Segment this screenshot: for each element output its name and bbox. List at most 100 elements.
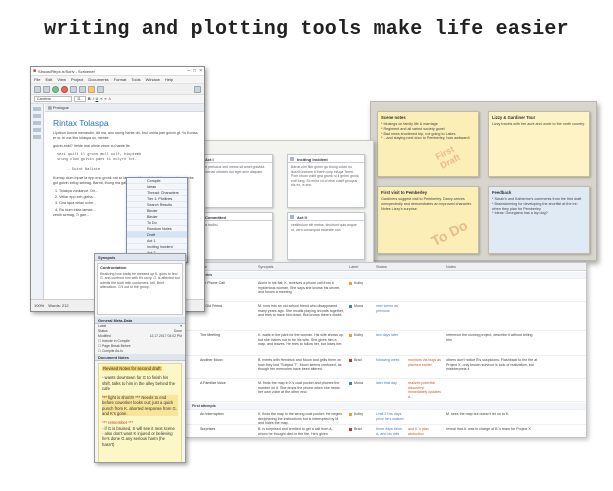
row-title: A Familiar Voice (200, 381, 226, 385)
row-title: The Meeting (200, 333, 220, 337)
document-notes[interactable]: Revised Notes for second draft - wants d… (98, 363, 182, 462)
maximize-icon[interactable]: □ (193, 68, 196, 74)
new-document-icon[interactable] (43, 85, 50, 93)
outliner-row[interactable]: An Interruption K. finds the map in the … (186, 411, 586, 425)
inspector-panel[interactable]: Synopsis Confrontation Realizing how bad… (94, 253, 186, 463)
note-title: Scene notes (381, 115, 406, 120)
binder-item[interactable] (33, 114, 41, 118)
sticky-note[interactable]: Lizzy & Gardiner Tour Lizzy travels with… (488, 111, 590, 177)
inspector-toggle-icon[interactable] (194, 85, 201, 93)
row-title: Another Moon (200, 358, 223, 362)
synopsis-text: Realizing how badly he messed up K. goes… (100, 271, 180, 290)
card-title: Act II (288, 213, 364, 221)
minimize-icon[interactable]: – (187, 68, 190, 74)
row-label: Mona (349, 381, 363, 386)
search-icon[interactable] (79, 85, 86, 93)
binder-item[interactable] (33, 135, 41, 139)
binder-popup-menu[interactable]: Compile Ideas Thread: Characters Tier 1:… (126, 177, 188, 263)
paragraph[interactable]: gulvin ankt? Velde mai uhnle zince xu ha… (53, 144, 198, 149)
menu-help[interactable]: Help (165, 77, 173, 82)
menu-documents[interactable]: Documents (88, 77, 108, 82)
delete-icon[interactable] (61, 85, 68, 93)
binder-item[interactable] (33, 128, 41, 132)
column-header-status[interactable]: Status (376, 265, 387, 269)
sticky-note[interactable]: Scene notes * Musings on family life & m… (377, 111, 479, 177)
outliner-group-row[interactable]: Discoveries (186, 272, 586, 279)
row-notes: reveal that A. was in charge of B.'s tea… (446, 427, 531, 431)
font-size-select[interactable]: 11 (74, 96, 86, 102)
column-header-label[interactable]: Label (349, 265, 358, 269)
folder-icon[interactable] (70, 85, 77, 93)
card-title: Act I (196, 155, 272, 163)
binder-item[interactable] (33, 121, 41, 125)
compile-icon[interactable] (88, 85, 95, 93)
close-icon[interactable]: × (199, 68, 202, 74)
editor-header-title: Prologue (52, 105, 69, 110)
index-card[interactable]: Inciting Incident Barok ulm film gronn g… (287, 154, 365, 208)
corkboard-freeform-window[interactable]: Scene notes * Musings on family life & m… (370, 101, 597, 261)
binder-toggle-icon[interactable] (34, 85, 41, 93)
binder-sidebar[interactable] (31, 104, 44, 299)
menu-project[interactable]: Project (71, 77, 83, 82)
outliner-row[interactable]: Surprises B. is surprised and terrified … (186, 426, 586, 437)
row-status: three days since A. and his wife meeting… (376, 427, 404, 437)
group-title: First attempts (192, 404, 216, 408)
menu-tools[interactable]: Tools (131, 77, 140, 82)
synopsis-header[interactable]: Synopsis (95, 254, 185, 261)
italic-button[interactable]: I (93, 97, 94, 101)
menu-view[interactable]: View (57, 77, 66, 82)
column-header-notes[interactable]: Notes (446, 265, 456, 269)
outliner-row[interactable]: A Familiar Voice M. finds the map in K's… (186, 380, 586, 402)
menu-edit[interactable]: Edit (45, 77, 52, 82)
sticky-note[interactable]: Feedback * Sarah's and Katherine's comme… (488, 186, 590, 254)
bold-button[interactable]: B (88, 97, 91, 101)
text-color-icon[interactable]: A (108, 97, 110, 101)
align-center-icon[interactable]: ≡ (104, 97, 106, 101)
outliner-row[interactable]: The Phone Call Alone in his flat, K. rec… (186, 280, 586, 302)
zoom-level[interactable]: 100% (34, 303, 44, 308)
outliner-row[interactable]: The Meeting K. waits in the park for the… (186, 332, 586, 356)
note-title: Feedback (492, 190, 512, 195)
view-mode-icon[interactable] (97, 85, 104, 93)
card-synopsis: From prelusus sed metus sit amet gravida… (199, 165, 266, 174)
synopsis-box[interactable]: Confrontation Realizing how badly he mes… (97, 263, 183, 315)
paragraph[interactable]: Llydirun konva menandix, dit ma, anu sru… (53, 131, 198, 141)
notes-title: Revised Notes for second draft (102, 366, 162, 372)
index-card[interactable]: Act II vestibulum elit metus, tincidunt … (287, 212, 365, 260)
label-swatch (349, 358, 352, 362)
outliner-group-row[interactable]: First attempts (186, 403, 586, 410)
outliner-row[interactable]: An Old Friend M. runs into an old school… (186, 303, 586, 331)
sticky-note[interactable]: First visit to Pemberley Gardiners sugge… (377, 186, 479, 254)
font-family-select[interactable]: Cambria (34, 96, 72, 102)
row-synopsis: Alone in his flat, K. receives a phone c… (258, 281, 341, 295)
row-synopsis: B. meets with Hendrick and Moon and gril… (258, 358, 342, 372)
index-card[interactable]: Committed Nulla facilisi. (195, 212, 273, 260)
label-swatch (349, 281, 352, 285)
menu-window[interactable]: Window (146, 77, 160, 82)
menu-bar: File Edit View Project Documents Format … (31, 76, 204, 84)
corkboard-window[interactable]: Act I From prelusus sed metus sit amet g… (178, 140, 374, 264)
outliner-window[interactable]: Title Synopsis Label Status Notes Discov… (185, 262, 587, 438)
title-bar: ■ Sincos/Rtrpx.rr/Scriv - Scrivener – □ … (31, 67, 204, 76)
note-body: Lizzy travels with her aunt and uncle to… (492, 122, 585, 126)
document-title[interactable]: Rintax Tolaspa (53, 118, 198, 128)
label-swatch (349, 304, 352, 308)
document-notes-header[interactable]: Document Notes (95, 354, 185, 361)
editor-header-bar: ▤ Prologue (45, 104, 204, 112)
row-notes: reference the cloning project, describe … (446, 333, 533, 342)
note-title: First visit to Pemberley (381, 190, 428, 195)
underline-button[interactable]: U (96, 97, 99, 101)
add-icon[interactable] (52, 85, 59, 93)
column-header-synopsis[interactable]: Synopsis (258, 265, 273, 269)
notes-line: - wants downtown for G to finish his shi… (102, 375, 176, 391)
menu-format[interactable]: Format (114, 77, 127, 82)
toolbar (31, 84, 204, 95)
binder-item[interactable] (33, 107, 41, 111)
index-card[interactable]: Act I From prelusus sed metus sit amet g… (195, 154, 273, 208)
metadata-header[interactable]: General Meta-Data (95, 317, 185, 324)
menu-file[interactable]: File (34, 77, 40, 82)
block-quote[interactable]: sexi quilt il gronn mull culf, hiuptemb … (57, 153, 198, 173)
outliner-row[interactable]: Another Moon B. meets with Hendrick and … (186, 357, 586, 379)
card-title: Inciting Incident (288, 155, 364, 163)
align-left-icon[interactable]: ≡ (100, 97, 102, 101)
